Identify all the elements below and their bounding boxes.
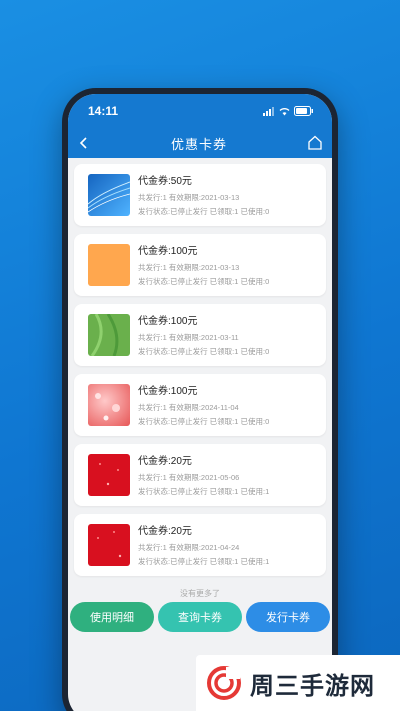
- coupon-card[interactable]: 代金券:100元 共发行:1 有效期限:2021-03-13 发行状态:已停止发…: [74, 234, 326, 296]
- status-time: 14:11: [88, 104, 119, 118]
- coupon-card[interactable]: 代金券:100元 共发行:1 有效期限:2024-11-04 发行状态:已停止发…: [74, 374, 326, 436]
- coupon-title: 代金券:50元: [138, 175, 192, 187]
- coupon-meta-2: 发行状态:已停止发行 已领取:1 已使用:1: [138, 486, 270, 496]
- coupon-title: 代金券:100元: [138, 245, 198, 257]
- status-icons: [263, 106, 314, 116]
- nav-bar: 优惠卡券: [68, 128, 332, 158]
- coupon-title: 代金券:100元: [138, 315, 198, 327]
- battery-icon: [294, 106, 313, 116]
- coupon-meta-1: 共发行:1 有效期限:2021-03-13: [138, 262, 240, 272]
- bottom-action-bar: 使用明细 查询卡券 发行卡券: [68, 602, 332, 632]
- page-title: 优惠卡券: [170, 137, 227, 153]
- no-more-text: 没有更多了: [180, 589, 220, 598]
- coupon-thumbnail: [88, 384, 130, 426]
- coupon-meta-1: 共发行:1 有效期限:2021-05-06: [138, 472, 240, 482]
- coupon-title: 代金券:20元: [138, 525, 192, 537]
- coupon-meta-2: 发行状态:已停止发行 已领取:1 已使用:0: [138, 276, 270, 286]
- coupon-thumbnail: [88, 244, 130, 286]
- coupon-list: 代金券:50元 共发行:1 有效期限:2021-03-13 发行状态:已停止发行…: [68, 158, 332, 599]
- coupon-thumbnail: [88, 454, 130, 496]
- coupon-meta-1: 共发行:1 有效期限:2021-03-11: [138, 332, 239, 342]
- coupon-thumbnail: [88, 524, 130, 566]
- coupon-meta-2: 发行状态:已停止发行 已领取:1 已使用:1: [138, 556, 270, 566]
- wifi-icon: [279, 107, 290, 115]
- coupon-card[interactable]: 代金券:50元 共发行:1 有效期限:2021-03-13 发行状态:已停止发行…: [74, 164, 326, 226]
- watermark-text: 周三手游网: [250, 671, 375, 700]
- coupon-meta-2: 发行状态:已停止发行 已领取:1 已使用:0: [138, 346, 270, 356]
- coupon-title: 代金券:20元: [138, 455, 192, 467]
- coupon-thumbnail: [88, 314, 130, 356]
- app-screen: 14:11 优惠卡券 代金券:50元 共发行:1 有效期限:2021-03-13…: [68, 94, 332, 711]
- coupon-meta-2: 发行状态:已停止发行 已领取:1 已使用:0: [138, 416, 270, 426]
- coupon-card[interactable]: 代金券:20元 共发行:1 有效期限:2021-05-06 发行状态:已停止发行…: [74, 444, 326, 506]
- status-bar: 14:11: [68, 94, 332, 128]
- chevron-left-icon[interactable]: [76, 135, 92, 151]
- coupon-meta-2: 发行状态:已停止发行 已领取:1 已使用:0: [138, 206, 270, 216]
- coupon-meta-1: 共发行:1 有效期限:2021-04-24: [138, 542, 240, 552]
- query-coupon-button[interactable]: 查询卡券: [158, 602, 242, 632]
- coupon-card[interactable]: 代金券:20元 共发行:1 有效期限:2021-04-24 发行状态:已停止发行…: [74, 514, 326, 576]
- coupon-thumbnail: [88, 174, 130, 216]
- watermark: 周三手游网: [196, 655, 400, 711]
- home-icon[interactable]: [306, 134, 324, 152]
- watermark-logo-icon: [207, 666, 241, 700]
- coupon-card[interactable]: 代金券:100元 共发行:1 有效期限:2021-03-11 发行状态:已停止发…: [74, 304, 326, 366]
- issue-coupon-button[interactable]: 发行卡券: [246, 602, 330, 632]
- coupon-meta-1: 共发行:1 有效期限:2021-03-13: [138, 192, 240, 202]
- phone-frame: 14:11 优惠卡券 代金券:50元 共发行:1 有效期限:2021-03-13…: [62, 88, 338, 711]
- coupon-title: 代金券:100元: [138, 385, 198, 397]
- signal-icon: [263, 106, 274, 116]
- coupon-meta-1: 共发行:1 有效期限:2024-11-04: [138, 402, 239, 412]
- usage-details-button[interactable]: 使用明细: [70, 602, 154, 632]
